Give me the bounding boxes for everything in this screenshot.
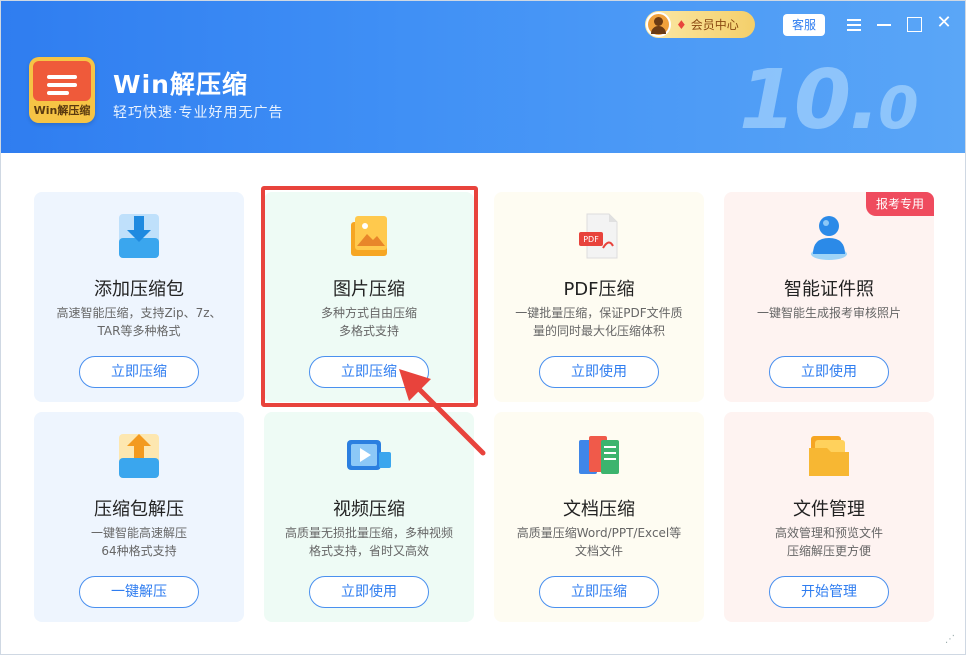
card-description: 一键智能高速解压 64种格式支持	[44, 524, 234, 560]
desc-line: 文档文件	[574, 544, 623, 558]
exam-only-badge: 报考专用	[865, 192, 934, 216]
resize-grip-icon[interactable]: ⋰	[945, 634, 959, 648]
diamond-icon: ♦	[676, 17, 687, 32]
card-add-archive[interactable]: 添加压缩包 高速智能压缩，支持Zip、7z、 TAR等多种格式 立即压缩	[34, 192, 244, 402]
desc-line: TAR等多种格式	[97, 324, 181, 338]
minimize-icon[interactable]	[875, 15, 893, 33]
use-now-button[interactable]: 立即使用	[539, 356, 659, 388]
avatar	[646, 12, 671, 37]
card-description: 高效管理和预览文件 压缩解压更方便	[734, 524, 924, 560]
close-icon[interactable]: ✕	[935, 14, 953, 33]
card-title: 视频压缩	[333, 499, 405, 520]
card-title: PDF压缩	[563, 279, 635, 300]
app-name: Win解压缩	[113, 70, 248, 99]
one-click-extract-button[interactable]: 一键解压	[79, 576, 199, 608]
card-title: 压缩包解压	[94, 499, 184, 520]
desc-line: 量的同时最大化压缩体积	[532, 324, 665, 338]
desc-line: 一键智能生成报考审核照片	[756, 306, 901, 320]
desc-line: 一键批量压缩，保证PDF文件质	[515, 306, 683, 320]
app-window: Win解压缩 Win解压缩 轻巧快速·专业好用无广告 10.0 ♦ 会员中心 客…	[0, 0, 966, 655]
customer-service-button[interactable]: 客服	[783, 14, 825, 36]
card-title: 文档压缩	[563, 499, 635, 520]
compress-now-button[interactable]: 立即压缩	[539, 576, 659, 608]
card-title: 添加压缩包	[94, 279, 184, 300]
card-document-compress[interactable]: 文档压缩 高质量压缩Word/PPT/Excel等 文档文件 立即压缩	[494, 412, 704, 622]
card-description: 一键批量压缩，保证PDF文件质 量的同时最大化压缩体积	[504, 304, 694, 340]
card-description: 一键智能生成报考审核照片	[734, 304, 924, 322]
desc-line: 高速智能压缩，支持Zip、7z、	[56, 306, 222, 320]
card-description: 高速智能压缩，支持Zip、7z、 TAR等多种格式	[44, 304, 234, 340]
person-icon	[811, 216, 847, 260]
header-banner: Win解压缩 Win解压缩 轻巧快速·专业好用无广告 10.0 ♦ 会员中心 客…	[1, 1, 965, 153]
app-slogan: 轻巧快速·专业好用无广告	[113, 105, 284, 121]
version-watermark: 10.0	[739, 53, 919, 148]
desc-line: 压缩解压更方便	[786, 544, 871, 558]
card-file-manager[interactable]: 文件管理 高效管理和预览文件 压缩解压更方便 开始管理	[724, 412, 934, 622]
folder-icon	[809, 436, 849, 476]
video-icon	[347, 440, 391, 470]
desc-line: 高效管理和预览文件	[774, 526, 883, 540]
maximize-icon[interactable]	[905, 15, 923, 33]
card-pdf-compress[interactable]: PDF PDF压缩 一键批量压缩，保证PDF文件质 量的同时最大化压缩体积 立即…	[494, 192, 704, 402]
desc-line: 64种格式支持	[101, 544, 177, 558]
card-extract-archive[interactable]: 压缩包解压 一键智能高速解压 64种格式支持 一键解压	[34, 412, 244, 622]
pdf-icon: PDF	[579, 213, 618, 259]
card-id-photo[interactable]: 报考专用 智能证件照 一键智能生成报考审核照片 立即使用	[724, 192, 934, 402]
download-box-icon	[119, 214, 159, 258]
version-sub: 0	[878, 74, 918, 142]
vip-center-label: 会员中心	[690, 18, 739, 32]
start-manage-button[interactable]: 开始管理	[769, 576, 889, 608]
use-now-button[interactable]: 立即使用	[769, 356, 889, 388]
upload-box-icon	[119, 434, 159, 478]
version-main: 10.	[739, 53, 880, 148]
card-description: 高质量压缩Word/PPT/Excel等 文档文件	[504, 524, 694, 560]
desc-line: 一键智能高速解压	[90, 526, 187, 540]
desc-line: 格式支持，省时又高效	[308, 544, 429, 558]
app-logo: Win解压缩	[29, 57, 95, 123]
logo-text: Win解压缩	[33, 104, 91, 117]
desc-line: 高质量无损批量压缩，多种视频	[284, 526, 453, 540]
card-description: 高质量无损批量压缩，多种视频 格式支持，省时又高效	[274, 524, 464, 560]
compress-now-button[interactable]: 立即压缩	[79, 356, 199, 388]
card-title: 智能证件照	[784, 279, 874, 300]
documents-icon	[579, 436, 619, 474]
vip-center-button[interactable]: ♦ 会员中心	[645, 11, 755, 38]
annotation-arrow-icon	[399, 369, 486, 456]
svg-text:PDF: PDF	[583, 235, 599, 244]
menu-icon[interactable]	[845, 15, 863, 33]
desc-line: 高质量压缩Word/PPT/Excel等	[516, 526, 682, 540]
use-now-button[interactable]: 立即使用	[309, 576, 429, 608]
card-title: 文件管理	[793, 499, 865, 520]
